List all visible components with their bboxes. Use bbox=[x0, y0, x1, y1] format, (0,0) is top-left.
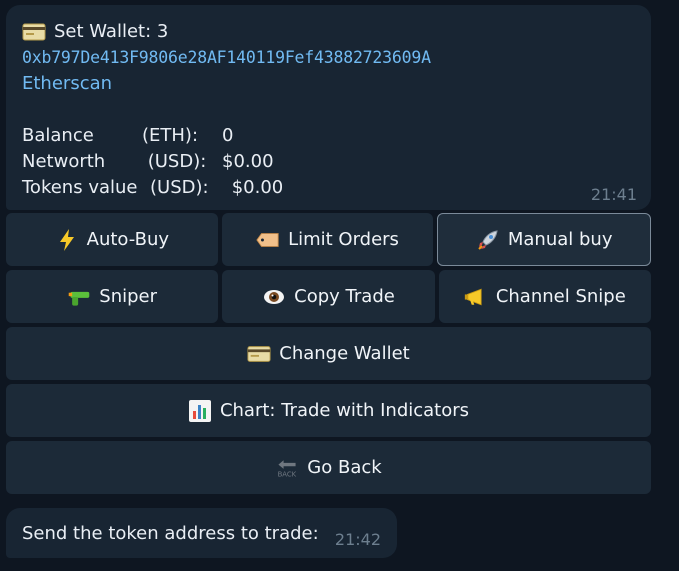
prompt-message: Send the token address to trade: 21:42 bbox=[6, 508, 397, 558]
message-time: 21:41 bbox=[590, 185, 637, 204]
back-arrow-icon: BACK bbox=[275, 456, 299, 480]
copy-trade-button[interactable]: Copy Trade bbox=[222, 270, 435, 323]
tokens-value-label: Tokens value bbox=[22, 177, 138, 198]
chart-label: Chart: Trade with Indicators bbox=[219, 400, 470, 421]
auto-buy-button[interactable]: Auto-Buy bbox=[6, 213, 218, 266]
ticket-icon bbox=[256, 228, 280, 252]
wallet-title-line: Set Wallet: 3 bbox=[22, 19, 635, 45]
limit-orders-label: Limit Orders bbox=[288, 229, 399, 250]
lightning-icon bbox=[55, 228, 79, 252]
tokens-value-row: Tokens value (USD): $0.00 bbox=[22, 175, 635, 201]
manual-buy-button[interactable]: Manual buy bbox=[437, 213, 652, 266]
tokens-value-value: $0.00 bbox=[226, 177, 284, 198]
balance-unit: (ETH): bbox=[142, 125, 199, 146]
etherscan-link[interactable]: Etherscan bbox=[22, 71, 635, 97]
networth-unit: (USD): bbox=[142, 151, 207, 172]
svg-text:BACK: BACK bbox=[278, 470, 297, 478]
balance-value: 0 bbox=[222, 125, 234, 146]
change-wallet-label: Change Wallet bbox=[279, 343, 410, 364]
credit-card-icon bbox=[22, 20, 46, 44]
networth-value: $0.00 bbox=[222, 151, 274, 172]
rocket-icon bbox=[476, 228, 500, 252]
inline-keyboard: Auto-Buy Limit Orders Manual buy Sniper bbox=[6, 213, 652, 498]
networth-row: Networth (USD): $0.00 bbox=[22, 149, 635, 175]
bar-chart-icon bbox=[188, 399, 212, 423]
prompt-text: Send the token address to trade: bbox=[22, 522, 319, 544]
auto-buy-label: Auto-Buy bbox=[86, 229, 170, 250]
water-gun-icon bbox=[67, 285, 91, 309]
wallet-title: Set Wallet: 3 bbox=[54, 21, 169, 42]
credit-card-icon bbox=[247, 342, 271, 366]
channel-snipe-button[interactable]: Channel Snipe bbox=[438, 270, 651, 323]
eye-icon bbox=[262, 285, 286, 309]
limit-orders-button[interactable]: Limit Orders bbox=[221, 213, 434, 266]
change-wallet-button[interactable]: Change Wallet bbox=[6, 327, 651, 380]
wallet-message: Set Wallet: 3 0xb797De413F9806e28AF14011… bbox=[6, 5, 651, 210]
sniper-label: Sniper bbox=[99, 286, 158, 307]
go-back-button[interactable]: BACK Go Back bbox=[6, 441, 651, 494]
go-back-label: Go Back bbox=[307, 457, 382, 478]
balance-row: Balance (ETH): 0 bbox=[22, 123, 635, 149]
channel-snipe-label: Channel Snipe bbox=[495, 286, 626, 307]
sniper-button[interactable]: Sniper bbox=[6, 270, 219, 323]
megaphone-icon bbox=[464, 285, 488, 309]
balance-label: Balance bbox=[22, 125, 94, 146]
networth-label: Networth bbox=[22, 151, 106, 172]
manual-buy-label: Manual buy bbox=[507, 229, 613, 250]
tokens-value-unit: (USD): bbox=[150, 177, 209, 198]
wallet-address[interactable]: 0xb797De413F9806e28AF140119Fef4388272360… bbox=[22, 45, 635, 71]
copy-trade-label: Copy Trade bbox=[294, 286, 395, 307]
prompt-time: 21:42 bbox=[334, 529, 381, 549]
chart-button[interactable]: Chart: Trade with Indicators bbox=[6, 384, 651, 437]
